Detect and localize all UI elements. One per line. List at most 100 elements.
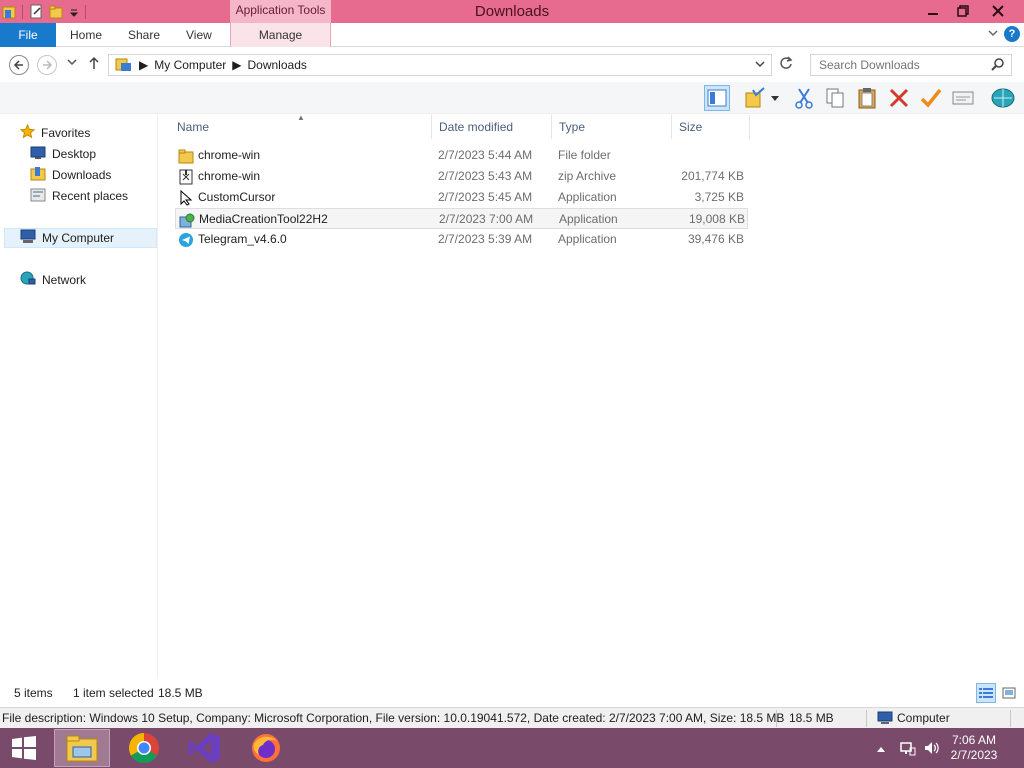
taskbar-file-explorer[interactable]: [54, 729, 110, 767]
table-row[interactable]: CustomCursor 2/7/2023 5:45 AM Applicatio…: [175, 187, 748, 208]
nav-label: Network: [42, 273, 87, 287]
network-icon: [20, 271, 36, 289]
start-button[interactable]: [0, 729, 48, 767]
tab-view[interactable]: View: [186, 23, 212, 47]
tab-file[interactable]: File: [0, 23, 56, 47]
large-icons-view-icon[interactable]: [999, 683, 1019, 703]
properties-icon[interactable]: [29, 4, 43, 20]
table-row[interactable]: chrome-win 2/7/2023 5:44 AM File folder: [175, 145, 748, 166]
taskbar: 7:06 AM 2/7/2023: [0, 728, 1024, 768]
refresh-button[interactable]: [776, 55, 796, 75]
back-button[interactable]: [9, 55, 29, 75]
taskbar-firefox[interactable]: [238, 729, 294, 767]
search-icon[interactable]: [991, 58, 1005, 75]
file-size: 39,476 KB: [687, 232, 744, 246]
expand-ribbon-icon[interactable]: [988, 27, 998, 41]
search-input[interactable]: [811, 55, 981, 75]
details-view-icon[interactable]: [976, 683, 996, 703]
column-header-size[interactable]: Size: [672, 115, 750, 139]
table-row[interactable]: Telegram_v4.6.0 2/7/2023 5:39 AM Applica…: [175, 229, 748, 250]
up-arrow-icon[interactable]: [88, 56, 100, 73]
nav-item-downloads[interactable]: Downloads: [30, 165, 111, 185]
table-row[interactable]: MediaCreationTool22H2 2/7/2023 7:00 AM A…: [175, 208, 748, 229]
copy-icon[interactable]: [822, 85, 848, 111]
ribbon-tab-bar: File Home Share View Manage ?: [0, 23, 1024, 47]
status-bar: 5 items 1 item selected 18.5 MB: [0, 681, 1024, 705]
open-folder-icon[interactable]: [742, 85, 768, 111]
forward-button[interactable]: [37, 55, 57, 75]
address-bar[interactable]: ▶ My Computer ▶ Downloads: [108, 54, 772, 76]
location-icon: [115, 56, 133, 75]
new-folder-icon[interactable]: [49, 4, 63, 20]
clock-date: 2/7/2023: [950, 748, 998, 762]
search-box[interactable]: [810, 54, 1012, 76]
nav-favorites[interactable]: Favorites: [19, 123, 91, 143]
nav-label: Downloads: [52, 168, 112, 182]
file-size: 19,008 KB: [688, 212, 745, 226]
table-row[interactable]: chrome-win 2/7/2023 5:43 AM zip Archive …: [175, 166, 748, 187]
folder-icon: [178, 148, 194, 164]
file-name: MediaCreationTool22H2: [199, 212, 328, 226]
application-tools-contextual-tab: Application Tools: [230, 0, 331, 23]
breadcrumb-my-computer[interactable]: My Computer: [154, 58, 226, 72]
chevron-right-icon[interactable]: ▶: [139, 58, 148, 72]
explorer-app-icon[interactable]: [2, 4, 16, 20]
tab-share[interactable]: Share: [128, 23, 160, 47]
tab-manage[interactable]: Manage: [230, 23, 331, 47]
network-status-icon[interactable]: [900, 740, 916, 759]
rename-checkmark-icon[interactable]: [918, 85, 944, 111]
minimize-button[interactable]: [918, 0, 948, 22]
nav-item-recent-places[interactable]: Recent places: [30, 186, 128, 206]
file-name: chrome-win: [198, 148, 261, 162]
paste-icon[interactable]: [854, 85, 880, 111]
cursor-app-icon: [178, 189, 194, 206]
volume-icon[interactable]: [923, 740, 939, 759]
clock[interactable]: 7:06 AM 2/7/2023: [944, 733, 1004, 763]
recent-places-icon: [30, 187, 46, 205]
taskbar-chrome[interactable]: [116, 729, 172, 767]
nav-item-network[interactable]: Network: [20, 270, 86, 290]
nav-label: My Computer: [42, 231, 115, 245]
location-zone: Computer: [897, 711, 950, 725]
taskbar-visual-studio[interactable]: [176, 729, 232, 767]
window-title: Downloads: [474, 3, 550, 20]
divider: [866, 710, 867, 727]
nav-label: Desktop: [52, 147, 97, 161]
file-name: CustomCursor: [198, 190, 276, 204]
file-type: Application: [558, 190, 617, 204]
separator: [85, 4, 86, 19]
column-header-type[interactable]: Type: [552, 115, 672, 139]
navigation-pane: Favorites Desktop Downloads Recent place…: [0, 115, 158, 677]
file-date: 2/7/2023 5:45 AM: [438, 190, 533, 204]
cut-icon[interactable]: [791, 85, 817, 111]
options-dropdown-icon[interactable]: [768, 85, 782, 111]
file-name: Telegram_v4.6.0: [198, 232, 287, 246]
delete-icon[interactable]: [886, 85, 912, 111]
show-hidden-icons-icon[interactable]: [876, 742, 886, 756]
tab-home[interactable]: Home: [70, 23, 102, 47]
column-header-name[interactable]: Name: [170, 115, 432, 139]
file-type: Application: [559, 212, 618, 226]
file-date: 2/7/2023 5:39 AM: [438, 232, 533, 246]
divider: [776, 710, 777, 727]
resize-grip[interactable]: [1010, 710, 1020, 727]
help-icon[interactable]: ?: [1004, 26, 1020, 42]
file-date: 2/7/2023 5:44 AM: [438, 148, 533, 162]
preview-pane-icon[interactable]: [704, 85, 730, 111]
properties-card-icon[interactable]: [950, 85, 976, 111]
network-globe-icon[interactable]: [990, 85, 1016, 111]
nav-label: Favorites: [41, 126, 91, 140]
customize-toolbar-icon[interactable]: [69, 4, 79, 20]
restore-button[interactable]: [948, 0, 978, 22]
nav-item-my-computer[interactable]: My Computer: [4, 228, 157, 248]
clock-time: 7:06 AM: [951, 733, 997, 747]
file-description: File description: Windows 10 Setup, Comp…: [2, 711, 785, 725]
close-button[interactable]: [978, 0, 1018, 22]
column-header-date-modified[interactable]: Date modified: [432, 115, 552, 139]
breadcrumb-downloads[interactable]: Downloads: [248, 58, 307, 72]
recent-locations-icon[interactable]: [67, 57, 77, 70]
nav-item-desktop[interactable]: Desktop: [30, 144, 96, 164]
chevron-right-icon[interactable]: ▶: [232, 58, 241, 72]
address-dropdown-icon[interactable]: [755, 58, 765, 72]
details-bar: File description: Windows 10 Setup, Comp…: [0, 707, 1024, 728]
